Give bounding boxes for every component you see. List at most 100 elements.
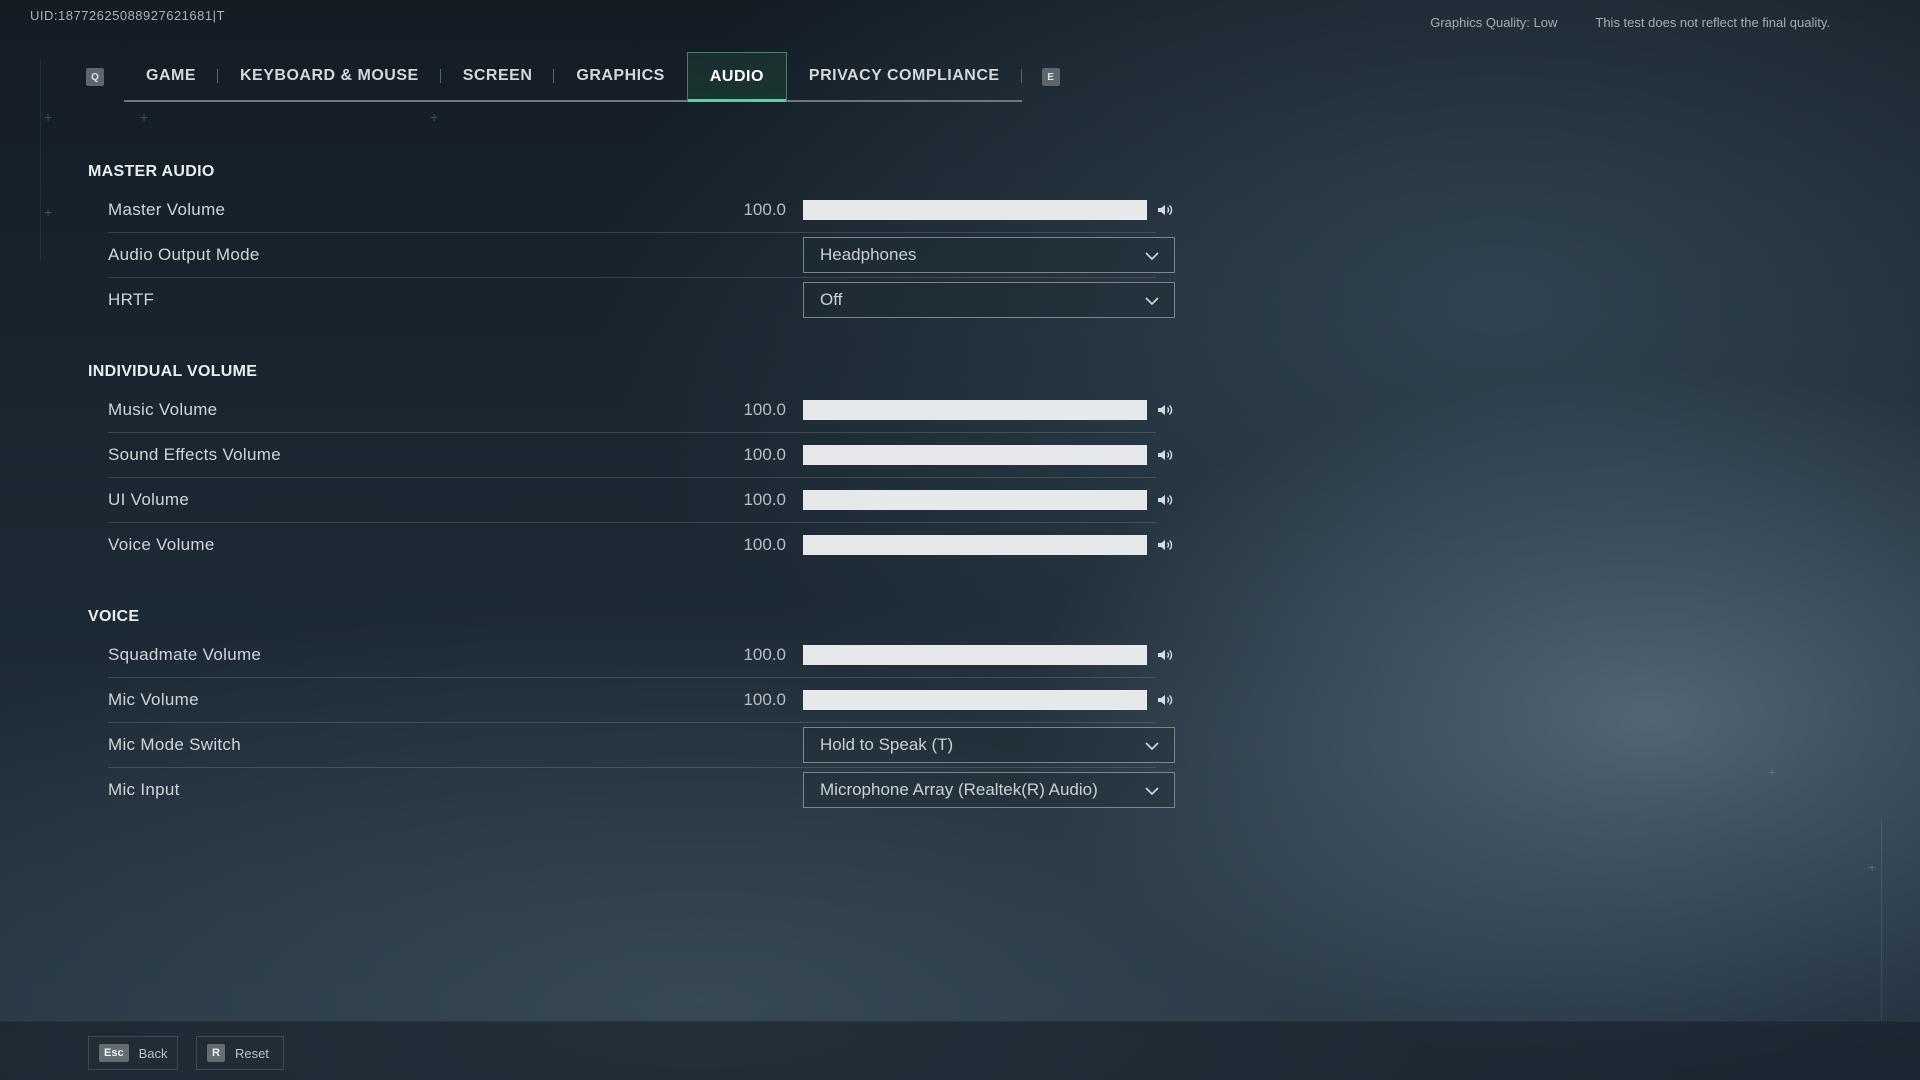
speaker-icon[interactable] xyxy=(1156,536,1174,554)
slider-fill xyxy=(803,445,1147,465)
tab-screen[interactable]: SCREEN xyxy=(441,52,555,100)
esc-key-hint: Esc xyxy=(99,1044,129,1062)
tab-keyboard-and-mouse[interactable]: KEYBOARD & MOUSE xyxy=(218,52,441,100)
setting-label: UI Volume xyxy=(108,490,190,509)
setting-label: Sound Effects Volume xyxy=(108,445,281,464)
slider-fill xyxy=(803,535,1147,555)
setting-label: Audio Output Mode xyxy=(108,245,260,264)
tab-label: SCREEN xyxy=(462,67,533,84)
setting-label: Mic Mode Switch xyxy=(108,735,241,754)
setting-row-sound-effects-volume: Sound Effects Volume 100.0 xyxy=(108,433,1173,478)
setting-label: Master Volume xyxy=(108,200,226,219)
decorative-plus: + xyxy=(430,109,439,125)
decorative-line xyxy=(1881,820,1882,1020)
setting-row-music-volume: Music Volume 100.0 xyxy=(108,388,1173,433)
background-decoration xyxy=(40,10,66,102)
tab-game[interactable]: GAME xyxy=(124,52,218,100)
slider-value: 100.0 xyxy=(743,690,786,709)
chevron-down-icon xyxy=(1144,248,1160,264)
sound-effects-volume-slider[interactable] xyxy=(803,445,1147,465)
setting-row-mic-volume: Mic Volume 100.0 xyxy=(108,678,1173,723)
hrtf-dropdown[interactable]: Off xyxy=(803,282,1175,318)
tab-separator xyxy=(1020,69,1022,83)
music-volume-slider[interactable] xyxy=(803,400,1147,420)
section-title: MASTER AUDIO xyxy=(88,163,215,180)
chevron-down-icon xyxy=(1144,293,1160,309)
tab-label: GRAPHICS xyxy=(576,67,665,84)
tab-graphics[interactable]: GRAPHICS xyxy=(554,52,686,100)
decorative-line xyxy=(40,60,41,260)
slider-fill xyxy=(803,490,1147,510)
slider-value: 100.0 xyxy=(743,400,786,419)
setting-row-squadmate-volume: Squadmate Volume 100.0 xyxy=(108,633,1173,678)
tab-label: PRIVACY COMPLIANCE xyxy=(808,67,1000,84)
slider-fill xyxy=(803,645,1147,665)
dropdown-selected-value: Microphone Array (Realtek(R) Audio) xyxy=(820,780,1098,799)
section-master-audio: MASTER AUDIO Master Volume 100.0 Audio Outp… xyxy=(88,156,1175,322)
dropdown-selected-value: Headphones xyxy=(820,245,917,264)
prev-tab-key-q[interactable]: Q xyxy=(86,68,104,86)
tab-privacy-compliance[interactable]: PRIVACY COMPLIANCE xyxy=(787,52,1022,100)
back-button[interactable]: Esc Back xyxy=(88,1036,178,1070)
tab-strip: GAME KEYBOARD & MOUSE SCREEN GRAPHICS AUDIO P… xyxy=(124,52,1022,102)
section-voice: VOICE Squadmate Volume 100.0 Mic Volume 100.… xyxy=(88,601,1175,812)
section-title: VOICE xyxy=(88,608,140,625)
squadmate-volume-slider[interactable] xyxy=(803,645,1147,665)
setting-label: Music Volume xyxy=(108,400,218,419)
setting-row-voice-volume: Voice Volume 100.0 xyxy=(108,523,1173,567)
graphics-quality-label: Graphics Quality: Low xyxy=(1430,15,1558,30)
top-right-info: Graphics Quality: Low This test does not… xyxy=(1430,15,1830,30)
speaker-icon[interactable] xyxy=(1156,401,1174,419)
back-label: Back xyxy=(138,1045,168,1061)
next-tab-key-e[interactable]: E xyxy=(1041,68,1060,86)
tab-audio[interactable]: AUDIO xyxy=(686,52,787,102)
slider-value: 100.0 xyxy=(743,535,786,554)
slider-fill xyxy=(803,400,1147,420)
settings-tabs: Q GAME KEYBOARD & MOUSE SCREEN GRAPHICS AUDI… xyxy=(86,52,1060,102)
speaker-icon[interactable] xyxy=(1156,201,1174,219)
slider-value: 100.0 xyxy=(743,645,786,664)
mic-input-dropdown[interactable]: Microphone Array (Realtek(R) Audio) xyxy=(803,772,1175,808)
bottom-bar: Esc Back R Reset xyxy=(0,1021,1920,1080)
setting-label: HRTF xyxy=(108,290,155,309)
setting-row-mic-mode-switch: Mic Mode Switch Hold to Speak (T) xyxy=(108,723,1175,768)
voice-volume-slider[interactable] xyxy=(803,535,1147,555)
decorative-plus: + xyxy=(1868,859,1877,875)
speaker-icon[interactable] xyxy=(1156,446,1174,464)
audio-output-mode-dropdown[interactable]: Headphones xyxy=(803,237,1175,273)
speaker-icon[interactable] xyxy=(1156,646,1174,664)
speaker-icon[interactable] xyxy=(1156,691,1174,709)
uid-label: UID:18772625088927621681|T xyxy=(30,8,225,23)
r-key-hint: R xyxy=(207,1044,225,1062)
setting-label: Mic Volume xyxy=(108,690,199,709)
decorative-plus: + xyxy=(44,204,53,220)
setting-label: Voice Volume xyxy=(108,535,215,554)
setting-row-master-volume: Master Volume 100.0 xyxy=(108,188,1173,233)
section-title: INDIVIDUAL VOLUME xyxy=(88,363,258,380)
setting-row-ui-volume: UI Volume 100.0 xyxy=(108,478,1173,523)
slider-fill xyxy=(803,200,1147,220)
mic-mode-switch-dropdown[interactable]: Hold to Speak (T) xyxy=(803,727,1175,763)
slider-value: 100.0 xyxy=(743,200,786,219)
decorative-plus: + xyxy=(140,109,149,125)
master-volume-slider[interactable] xyxy=(803,200,1147,220)
reset-label: Reset xyxy=(234,1045,269,1061)
chevron-down-icon xyxy=(1144,783,1160,799)
tab-label: KEYBOARD & MOUSE xyxy=(240,67,419,84)
quality-notice: This test does not reflect the final qua… xyxy=(1595,15,1830,30)
dropdown-selected-value: Off xyxy=(820,290,843,309)
reset-button[interactable]: R Reset xyxy=(196,1036,284,1070)
tab-label: GAME xyxy=(146,67,196,84)
section-individual-volume: INDIVIDUAL VOLUME Music Volume 100.0 Sound … xyxy=(88,356,1173,567)
setting-label: Mic Input xyxy=(108,780,180,799)
setting-row-audio-output-mode: Audio Output Mode Headphones xyxy=(108,233,1175,278)
dropdown-selected-value: Hold to Speak (T) xyxy=(820,735,954,754)
slider-value: 100.0 xyxy=(743,445,786,464)
setting-row-hrtf: HRTF Off xyxy=(108,278,1175,322)
speaker-icon[interactable] xyxy=(1156,491,1174,509)
setting-label: Squadmate Volume xyxy=(108,645,262,664)
ui-volume-slider[interactable] xyxy=(803,490,1147,510)
mic-volume-slider[interactable] xyxy=(803,690,1147,710)
settings-panel: MASTER AUDIO Master Volume 100.0 Audio Outp… xyxy=(88,156,1175,846)
tab-label: AUDIO xyxy=(709,67,764,85)
